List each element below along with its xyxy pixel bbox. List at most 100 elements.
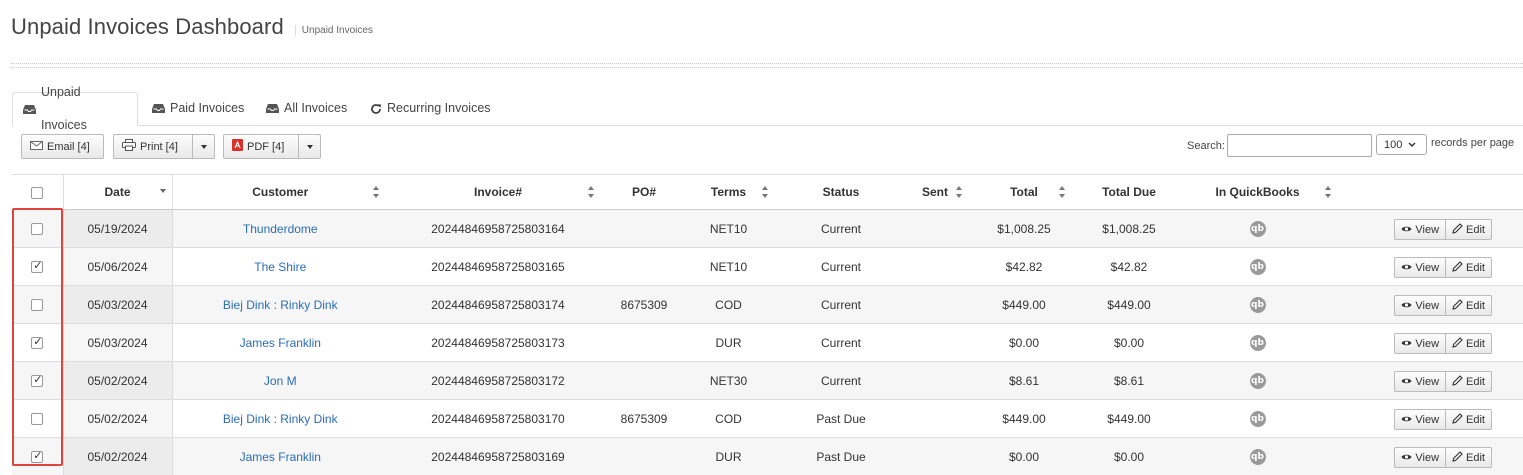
invoice-number-cell: 20244846958725803173 [388, 324, 608, 362]
total-cell: $449.00 [965, 400, 1083, 438]
total-cell: $42.82 [965, 248, 1083, 286]
customer-link[interactable]: James Franklin [240, 336, 321, 350]
terms-cell: NET30 [680, 362, 777, 400]
row-select-cell [12, 438, 63, 475]
edit-button[interactable]: Edit [1446, 447, 1492, 468]
view-button[interactable]: View [1394, 447, 1446, 468]
col-terms[interactable]: Terms [680, 175, 777, 210]
email-button-label: Email [4] [47, 141, 90, 153]
view-button[interactable]: View [1394, 219, 1446, 240]
tab-all-invoices[interactable]: All Invoices [256, 92, 357, 125]
col-invoice[interactable]: Invoice# [388, 175, 608, 210]
col-sent[interactable]: Sent [905, 175, 965, 210]
quickbooks-icon[interactable]: qb [1250, 411, 1266, 427]
col-customer[interactable]: Customer [172, 175, 388, 210]
view-button[interactable]: View [1394, 409, 1446, 430]
col-total-due[interactable]: Total Due [1083, 175, 1175, 210]
print-dropdown-toggle[interactable] [192, 134, 215, 159]
pdf-dropdown-toggle[interactable] [298, 134, 321, 159]
quickbooks-icon[interactable]: qb [1250, 259, 1266, 275]
quickbooks-icon[interactable]: qb [1250, 297, 1266, 313]
po-cell [608, 324, 680, 362]
table-row: 05/19/2024Thunderdome2024484695872580316… [12, 210, 1523, 248]
view-button[interactable]: View [1394, 257, 1446, 278]
total-cell: $0.00 [965, 438, 1083, 475]
view-label: View [1415, 414, 1439, 426]
customer-link[interactable]: Biej Dink : Rinky Dink [223, 412, 338, 426]
view-label: View [1415, 376, 1439, 388]
actions-cell: ViewEdit [1340, 438, 1523, 475]
sent-cell [905, 362, 965, 400]
customer-link[interactable]: Jon M [264, 374, 297, 388]
terms-cell: DUR [680, 324, 777, 362]
col-date-label: Date [104, 185, 130, 199]
edit-button[interactable]: Edit [1446, 409, 1492, 430]
col-total[interactable]: Total [965, 175, 1083, 210]
customer-cell: Jon M [172, 362, 388, 400]
edit-button[interactable]: Edit [1446, 295, 1492, 316]
date-cell: 05/02/2024 [63, 438, 172, 475]
quickbooks-cell: qb [1175, 400, 1340, 438]
sort-icon [1325, 186, 1332, 198]
col-status[interactable]: Status [777, 175, 905, 210]
quickbooks-icon[interactable]: qb [1250, 449, 1266, 465]
po-cell: 8675309 [608, 400, 680, 438]
search-input[interactable] [1227, 134, 1372, 157]
tab-unpaid-invoices[interactable]: Unpaid Invoices [12, 92, 138, 126]
row-checkbox[interactable] [31, 261, 43, 273]
row-checkbox[interactable] [31, 375, 43, 387]
print-button[interactable]: Print [4] [113, 134, 193, 159]
records-per-page-select[interactable]: 100 [1376, 134, 1427, 155]
table-row: 05/02/2024Jon M20244846958725803172NET30… [12, 362, 1523, 400]
customer-link[interactable]: Thunderdome [243, 222, 318, 236]
pdf-button[interactable]: PDF [4] [223, 134, 299, 159]
col-total-label: Total [1010, 185, 1038, 199]
row-checkbox[interactable] [31, 337, 43, 349]
col-date[interactable]: Date [63, 175, 172, 210]
view-button[interactable]: View [1394, 371, 1446, 392]
total-cell: $1,008.25 [965, 210, 1083, 248]
quickbooks-icon[interactable]: qb [1250, 335, 1266, 351]
email-button[interactable]: Email [4] [21, 134, 104, 159]
actions-cell: ViewEdit [1340, 324, 1523, 362]
customer-link[interactable]: Biej Dink : Rinky Dink [223, 298, 338, 312]
edit-button[interactable]: Edit [1446, 219, 1492, 240]
date-cell: 05/19/2024 [63, 210, 172, 248]
row-select-cell [12, 248, 63, 286]
actions-cell: View Edit [1340, 362, 1523, 400]
view-button[interactable]: View [1394, 333, 1446, 354]
select-all-checkbox[interactable] [31, 187, 43, 199]
row-select-cell [12, 286, 63, 324]
col-total-due-label: Total Due [1102, 185, 1156, 199]
quickbooks-icon[interactable]: qb [1250, 221, 1266, 237]
table-row: 05/02/2024Biej Dink : Rinky Dink20244846… [12, 400, 1523, 438]
tab-paid-invoices[interactable]: Paid Invoices [142, 92, 254, 125]
total-due-cell: $449.00 [1083, 286, 1175, 324]
row-checkbox[interactable] [31, 223, 43, 235]
status-cell: Current [777, 248, 905, 286]
quickbooks-icon[interactable]: qb [1250, 373, 1266, 389]
customer-link[interactable]: James Franklin [240, 450, 321, 464]
row-actions: ViewEdit [1394, 219, 1492, 240]
tab-recurring-invoices[interactable]: Recurring Invoices [360, 92, 501, 125]
printer-icon [122, 139, 136, 154]
per-page-value: 100 [1384, 139, 1402, 151]
po-cell [608, 362, 680, 400]
col-in-quickbooks[interactable]: In QuickBooks [1175, 175, 1340, 210]
header-separator [11, 63, 1523, 68]
row-checkbox[interactable] [31, 413, 43, 425]
edit-button[interactable]: Edit [1446, 333, 1492, 354]
edit-button[interactable]: Edit [1446, 371, 1492, 392]
customer-link[interactable]: The Shire [254, 260, 306, 274]
customer-cell: Thunderdome [172, 210, 388, 248]
view-button[interactable]: View [1394, 295, 1446, 316]
quickbooks-cell: qb [1175, 210, 1340, 248]
col-po[interactable]: PO# [608, 175, 680, 210]
caret-down-icon [201, 145, 207, 149]
search-label: Search: [1187, 140, 1225, 152]
row-checkbox[interactable] [31, 451, 43, 463]
po-cell: 8675309 [608, 286, 680, 324]
inbox-icon [266, 103, 279, 114]
edit-button[interactable]: Edit [1446, 257, 1492, 278]
row-checkbox[interactable] [31, 299, 43, 311]
